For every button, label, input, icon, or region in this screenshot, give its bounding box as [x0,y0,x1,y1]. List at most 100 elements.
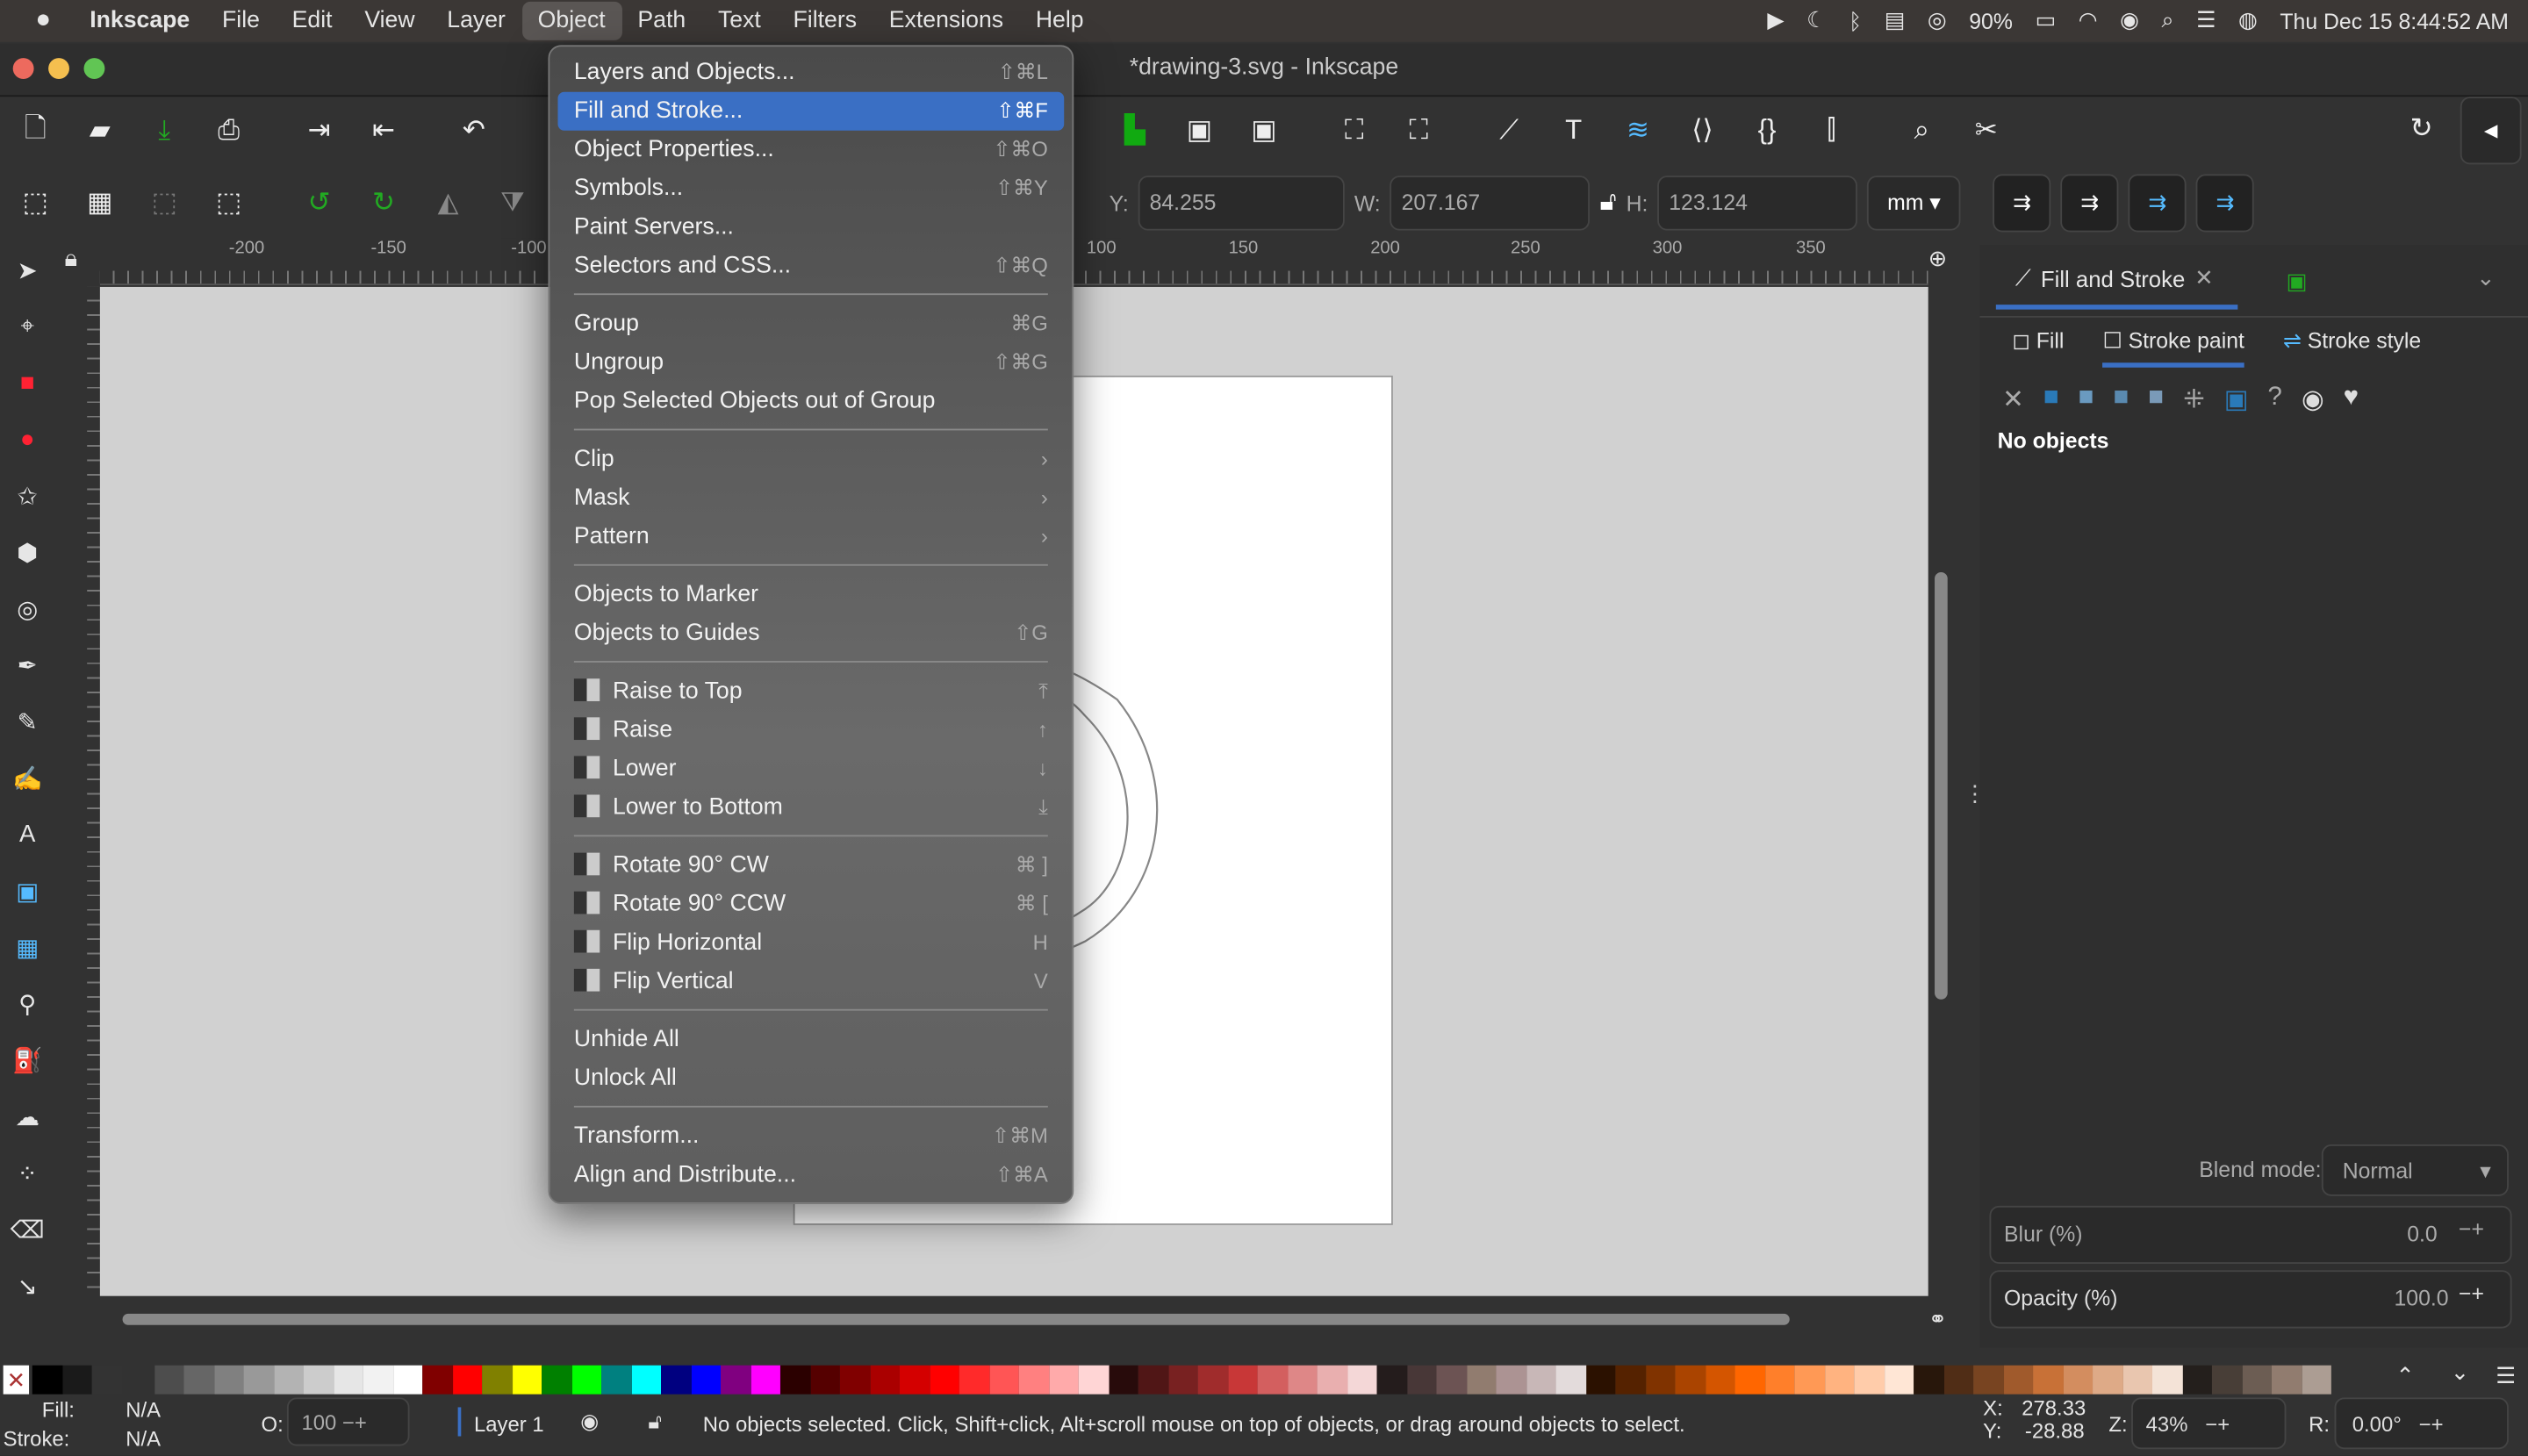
color-swatch[interactable] [959,1365,989,1395]
color-swatch[interactable] [929,1365,959,1395]
color-swatch[interactable] [839,1365,870,1395]
flip-horizontal-icon[interactable]: ◭ [416,171,480,235]
layer-lock-icon[interactable]: 🔓︎ [648,1409,661,1434]
new-document-icon[interactable]: 🗋 [4,98,68,162]
swatch-icon[interactable]: ▣ [2224,384,2249,416]
color-swatch[interactable] [809,1365,840,1395]
color-swatch[interactable] [273,1365,304,1395]
color-swatch[interactable] [333,1365,363,1395]
opacity-slider[interactable]: Opacity (%) 100.0 −+ [1989,1270,2512,1329]
pattern-icon[interactable]: ⁜ [2183,384,2205,416]
color-swatch[interactable] [1138,1365,1168,1395]
paint-bucket-tool-icon[interactable]: ⛽ [0,1031,54,1087]
menu-item-transform[interactable]: Transform... ⇧⌘M [557,1117,1064,1156]
menu-edit[interactable]: Edit [276,2,348,40]
raise-icon[interactable]: ▙ [1102,98,1167,162]
rotation-input[interactable]: 0.00° −+ [2334,1397,2509,1450]
color-swatch[interactable] [1943,1365,1974,1395]
bluetooth-icon[interactable]: ᛒ [1849,9,1862,33]
color-swatch[interactable] [2271,1365,2302,1395]
color-swatch[interactable] [1406,1365,1437,1395]
deselect-icon[interactable]: ⬚ [133,171,197,235]
color-swatch[interactable] [243,1365,274,1395]
color-swatch[interactable] [1436,1365,1467,1395]
color-swatch[interactable] [1227,1365,1258,1395]
xml-editor-icon[interactable]: ⟨⟩ [1670,98,1734,162]
zoom-correction-icon[interactable]: ⊕ [1928,245,1948,272]
opacity-stepper[interactable]: −+ [2459,1281,2484,1306]
wifi-icon[interactable]: ◠ [2079,8,2098,33]
mesh-gradient-icon[interactable]: ■ [2148,384,2164,416]
blur-stepper[interactable]: −+ [2459,1217,2484,1242]
3d-box-tool-icon[interactable]: ⬢ [0,524,54,580]
vertical-scrollbar[interactable] [1935,572,1948,1000]
spiral-tool-icon[interactable]: ◎ [0,580,54,636]
color-swatch[interactable] [1526,1365,1556,1395]
color-swatch[interactable] [779,1365,810,1395]
menu-item-unhide-all[interactable]: Unhide All [557,1021,1064,1059]
w-input[interactable]: 207.167 [1390,176,1591,231]
fill-rule-evenodd-icon[interactable]: ◉ [2302,384,2324,416]
menu-item-rotate-90-ccw[interactable]: Rotate 90° CCW ⌘ [ [557,885,1064,923]
color-swatch[interactable] [1794,1365,1825,1395]
menu-text[interactable]: Text [702,2,778,40]
layers-icon[interactable]: ≋ [1605,98,1670,162]
mesh-tool-icon[interactable]: ▦ [0,919,54,975]
color-swatch[interactable] [154,1365,184,1395]
radial-gradient-icon[interactable]: ■ [2113,384,2129,416]
zoom-input[interactable]: 43% −+ [2131,1397,2287,1450]
scale-stroke-button[interactable]: ⇉ [1993,174,2051,233]
group-icon[interactable]: ⛶ [1322,98,1386,162]
fill-value[interactable]: N/A [126,1397,161,1422]
stroke-value[interactable]: N/A [126,1426,161,1451]
color-swatch[interactable] [1287,1365,1318,1395]
color-swatch[interactable] [1376,1365,1407,1395]
flip-vertical-icon[interactable]: ⧩ [480,171,544,235]
open-icon[interactable]: ▰ [68,98,132,162]
horizontal-scrollbar[interactable] [122,1313,1790,1325]
color-swatch[interactable] [988,1365,1019,1395]
color-swatch[interactable] [1496,1365,1526,1395]
color-swatch[interactable] [1078,1365,1109,1395]
color-swatch[interactable] [2151,1365,2182,1395]
control-center-icon[interactable]: ☰ [2196,8,2216,33]
menu-item-lower[interactable]: Lower ↓ [557,750,1064,788]
color-swatch[interactable] [899,1365,930,1395]
color-swatch[interactable] [2241,1365,2272,1395]
subtab-stroke-style[interactable]: ⇌ Stroke style [2283,329,2421,368]
lock-guides-icon[interactable]: 🔒︎ [64,245,77,272]
spray-tool-icon[interactable]: ⁘ [0,1144,54,1201]
pen-tool-icon[interactable]: ✒ [0,636,54,692]
airdrop-icon[interactable]: ◎ [1928,8,1947,33]
select-all-icon[interactable]: ⬚ [4,171,68,235]
menu-item-pop-selected-objects-out-of-group[interactable]: Pop Selected Objects out of Group [557,382,1064,420]
move-patterns-button[interactable]: ⇉ [2195,174,2254,233]
color-swatch[interactable] [1585,1365,1616,1395]
blur-slider[interactable]: Blur (%) 0.0 −+ [1989,1205,2512,1264]
menu-item-flip-vertical[interactable]: Flip Vertical V [557,963,1064,1001]
close-tab-icon[interactable]: ✕ [2194,264,2214,291]
rectangle-tool-icon[interactable]: ■ [0,355,54,411]
color-swatch[interactable] [2093,1365,2123,1395]
unit-select[interactable]: mm ▾ [1867,176,1961,231]
color-swatch[interactable] [2003,1365,2034,1395]
menu-item-flip-horizontal[interactable]: Flip Horizontal H [557,923,1064,962]
color-swatch[interactable] [392,1365,423,1395]
y-input[interactable]: 84.255 [1138,176,1345,231]
preferences-icon[interactable]: ✂ [1954,98,2018,162]
align-icon[interactable]: ⫿ [1799,98,1864,162]
color-swatch[interactable] [1615,1365,1646,1395]
no-color-swatch[interactable]: ✕ [3,1365,30,1395]
flag-icon[interactable]: ▤ [1885,8,1905,33]
color-swatch[interactable] [1257,1365,1288,1395]
menu-item-group[interactable]: Group ⌘G [557,305,1064,343]
color-swatch[interactable] [2063,1365,2094,1395]
menu-item-symbols[interactable]: Symbols... ⇧⌘Y [557,169,1064,208]
subtab-stroke-paint[interactable]: ☐ Stroke paint [2102,329,2244,368]
dock-menu-chevron-icon[interactable]: ⌄ [2476,264,2496,291]
calligraphy-tool-icon[interactable]: ✍ [0,750,54,806]
color-swatch[interactable] [869,1365,900,1395]
fill-stroke-icon[interactable]: ⟋ [1476,98,1540,162]
color-swatch[interactable] [601,1365,632,1395]
ungroup-icon[interactable]: ⛶ [1387,98,1451,162]
